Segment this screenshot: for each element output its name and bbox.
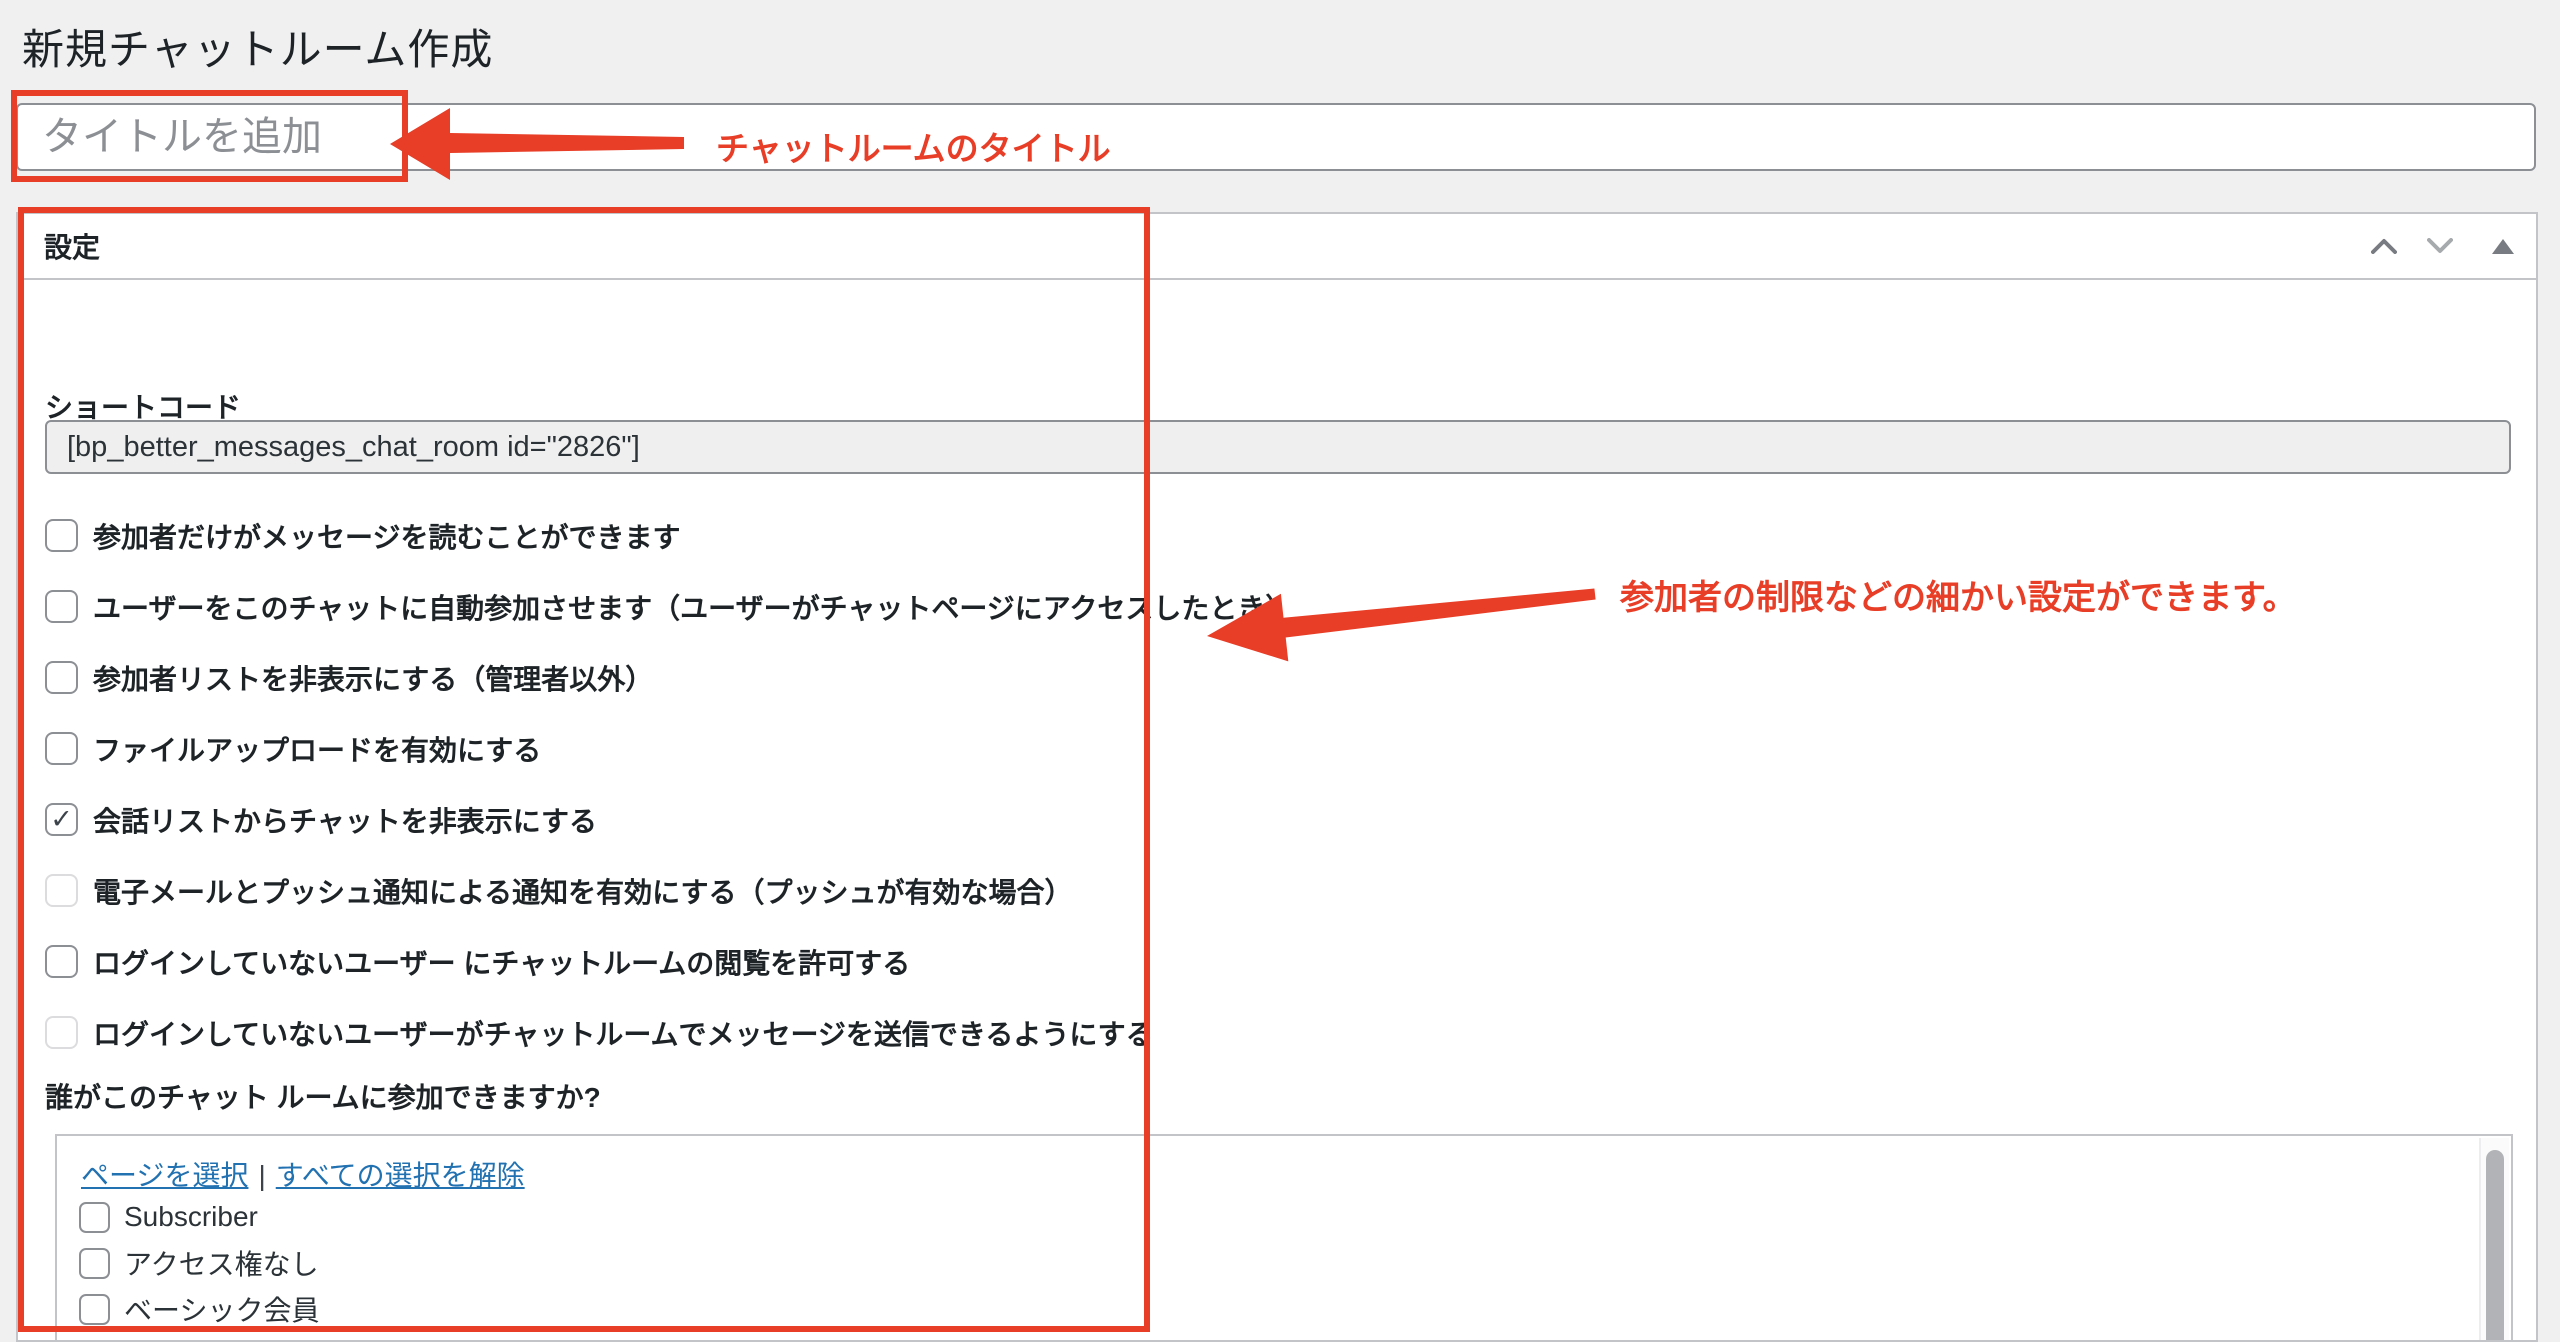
role-row: ベーシック会員 xyxy=(79,1286,319,1332)
select-pages-link[interactable]: ページを選択 xyxy=(81,1160,248,1191)
checkbox-label: ファイルアップロードを有効にする xyxy=(93,729,541,769)
annotation-text-title: チャットルームのタイトル xyxy=(716,122,1111,170)
settings-checkbox-row: ログインしていないユーザーがチャットルームでメッセージを送信できるようにする xyxy=(45,997,1293,1068)
shortcode-input[interactable] xyxy=(45,420,2511,474)
settings-checkbox-row: ログインしていないユーザー にチャットルームの閲覧を許可する xyxy=(45,926,1293,997)
deselect-all-link[interactable]: すべての選択を解除 xyxy=(276,1160,525,1191)
checkbox[interactable] xyxy=(45,1016,78,1049)
checkbox[interactable] xyxy=(45,945,78,978)
settings-checkbox-row: ファイルアップロードを有効にする xyxy=(45,713,1293,784)
settings-checkbox-row: 電子メールとプッシュ通知による通知を有効にする（プッシュが有効な場合） xyxy=(45,855,1293,926)
move-down-icon[interactable] xyxy=(2426,232,2454,260)
settings-checkbox-list: 参加者だけがメッセージを読むことができますユーザーをこのチャットに自動参加させま… xyxy=(45,500,1293,1068)
settings-checkbox-row: 参加者リストを非表示にする（管理者以外） xyxy=(45,642,1293,713)
checkbox-label: 電子メールとプッシュ通知による通知を有効にする（プッシュが有効な場合） xyxy=(93,871,1072,911)
move-up-icon[interactable] xyxy=(2370,232,2398,260)
checkbox-label: 参加者リストを非表示にする（管理者以外） xyxy=(93,658,653,698)
checkbox[interactable] xyxy=(45,732,78,765)
page: 新規チャットルーム作成 チャットルームのタイトル 設定 ショートコード xyxy=(0,0,2560,1342)
checkbox-label: 参加者だけがメッセージを読むことができます xyxy=(93,516,680,556)
role-label: アクセス権なし xyxy=(124,1243,319,1283)
settings-panel-title: 設定 xyxy=(44,226,100,266)
checkbox-label: ユーザーをこのチャットに自動参加させます（ユーザーがチャットページにアクセスした… xyxy=(93,587,1293,627)
role-checkbox[interactable] xyxy=(79,1294,110,1325)
roles-links: ページを選択 | すべての選択を解除 xyxy=(81,1154,525,1194)
role-row: アクセス権なし xyxy=(79,1240,319,1286)
role-checkbox-list: Subscriber アクセス権なしベーシック会員ブロンズ会員 xyxy=(79,1194,319,1342)
annotation-text-settings: 参加者の制限などの細かい設定ができます。 xyxy=(1620,570,2297,619)
role-row: Subscriber xyxy=(79,1194,319,1240)
role-checkbox[interactable] xyxy=(79,1202,110,1233)
role-checkbox[interactable] xyxy=(79,1248,110,1279)
toggle-panel-icon[interactable] xyxy=(2482,232,2510,260)
settings-panel: 設定 ショートコード 参加者だけがメッセージを読むことができますユーザーをこのチ… xyxy=(16,212,2538,1342)
checkbox-label: 会話リストからチャットを非表示にする xyxy=(93,800,597,840)
page-title: 新規チャットルーム作成 xyxy=(22,16,493,77)
roles-scrollbar-track[interactable] xyxy=(2479,1138,2509,1342)
checkbox[interactable] xyxy=(45,590,78,623)
settings-checkbox-row: 会話リストからチャットを非表示にする xyxy=(45,784,1293,855)
settings-panel-header: 設定 xyxy=(18,214,2536,280)
role-label: Subscriber xyxy=(124,1201,258,1233)
links-separator: | xyxy=(258,1160,265,1191)
roles-scrollbar-thumb[interactable] xyxy=(2486,1150,2504,1342)
checkbox-checked[interactable] xyxy=(45,803,78,836)
role-label: ベーシック会員 xyxy=(124,1289,319,1329)
checkbox[interactable] xyxy=(45,874,78,907)
annotation-arrow-settings xyxy=(1198,572,1598,672)
checkbox-label: ログインしていないユーザーがチャットルームでメッセージを送信できるようにする xyxy=(93,1013,1154,1053)
role-row: ブロンズ会員 xyxy=(79,1332,319,1342)
roles-box: ページを選択 | すべての選択を解除 Subscriber アクセス権なしベーシック会… xyxy=(55,1134,2513,1342)
checkbox-label: ログインしていないユーザー にチャットルームの閲覧を許可する xyxy=(93,942,910,982)
checkbox[interactable] xyxy=(45,519,78,552)
settings-checkbox-row: 参加者だけがメッセージを読むことができます xyxy=(45,500,1293,571)
panel-header-icons xyxy=(2370,232,2510,260)
role-label: ブロンズ会員 xyxy=(124,1335,291,1342)
settings-checkbox-row: ユーザーをこのチャットに自動参加させます（ユーザーがチャットページにアクセスした… xyxy=(45,571,1293,642)
checkbox[interactable] xyxy=(45,661,78,694)
annotation-arrow-title xyxy=(384,102,724,186)
settings-panel-body: ショートコード 参加者だけがメッセージを読むことができますユーザーをこのチャット… xyxy=(18,282,2536,1340)
who-can-join-heading: 誰がこのチャット ルームに参加できますか? xyxy=(45,1076,601,1116)
